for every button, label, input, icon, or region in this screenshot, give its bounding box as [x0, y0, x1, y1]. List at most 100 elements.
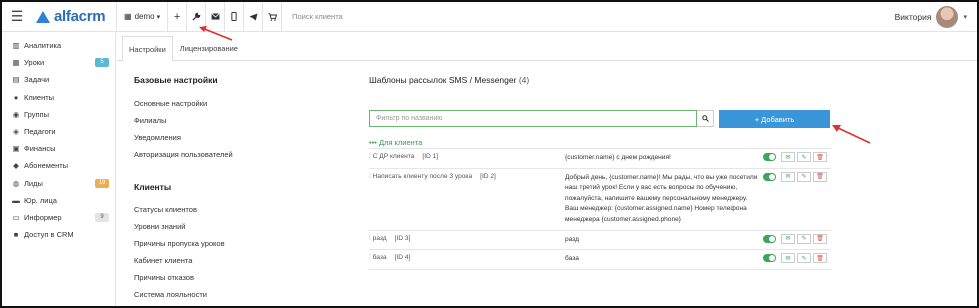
sidebar-item[interactable]: ◆ Абонементы [2, 157, 115, 174]
template-name: разд [372, 234, 387, 242]
template-name-cell: ⁞ база [ID 4] [369, 250, 563, 269]
active-toggle[interactable] [763, 153, 776, 161]
sidebar-item-label: Задачи [24, 75, 50, 85]
trash-icon[interactable]: 🗑 [813, 152, 827, 162]
clients-heading: Клиенты [134, 182, 172, 192]
main-panel: Настройки Лицензирование Базовые настрой… [117, 33, 977, 306]
pencil-icon[interactable]: ✎ [797, 152, 811, 162]
pencil-icon[interactable]: ✎ [797, 253, 811, 264]
pencil-icon[interactable]: ✎ [797, 233, 811, 244]
filter-input[interactable]: Фильтр по названию [369, 110, 697, 127]
active-toggle[interactable] [763, 234, 776, 243]
template-text: база [565, 255, 579, 263]
sidebar-item-label: Информер [24, 212, 62, 222]
envelope-icon[interactable]: ✉ [781, 171, 795, 182]
nav-link-branches[interactable]: Филиалы [134, 112, 314, 129]
sidebar-item-label: Уроки [24, 58, 45, 68]
nav-link-loyalty-system[interactable]: Система лояльности [134, 286, 314, 303]
templates-count: (4) [518, 75, 530, 85]
sidebar-item[interactable]: ▭ Информер 9 [2, 209, 115, 226]
template-id: [ID 2] [480, 172, 496, 180]
sidebar-item-label: Юр. лица [24, 195, 57, 205]
sidebar-item[interactable]: ▥ Аналитика [2, 37, 115, 54]
logo[interactable]: alfacrm [36, 8, 116, 25]
active-toggle[interactable] [763, 254, 776, 263]
nav-link-user-auth[interactable]: Авторизация пользователей [134, 146, 314, 163]
add-template-button[interactable]: + Добавить [719, 110, 830, 128]
template-text: {customer.name} с днем рождения! [565, 154, 671, 161]
chevron-down-icon: ▾ [156, 13, 161, 21]
template-id: [ID 4] [394, 254, 411, 262]
telegram-icon[interactable] [244, 2, 264, 32]
company-icon: ▬ [12, 195, 20, 205]
template-name: база [372, 254, 387, 262]
nav-link-notifications[interactable]: Уведомления [134, 129, 314, 146]
sidebar-item[interactable]: ▤ Задачи [2, 71, 115, 88]
sidebar-item[interactable]: ▣ Финансы [2, 140, 115, 157]
tab-licensing[interactable]: Лицензирование [173, 36, 245, 60]
template-id: [ID 3] [394, 234, 411, 242]
envelope-icon[interactable]: ✉ [781, 233, 795, 244]
template-text: Добрый день, {customer.name}! Мы рады, ч… [565, 173, 758, 223]
calendar-icon: ▦ [12, 58, 20, 68]
sidebar-item[interactable]: ◈ Педагоги [2, 123, 115, 140]
nav-link-knowledge-levels[interactable]: Уровни знаний [134, 218, 314, 235]
wrench-icon[interactable] [187, 2, 207, 32]
cart-icon[interactable] [263, 2, 283, 32]
group-icon: ◉ [12, 109, 20, 119]
chart-icon: ▥ [12, 41, 20, 51]
leads-icon: ◍ [12, 178, 20, 188]
envelope-icon[interactable] [206, 2, 226, 32]
plus-icon[interactable]: + [168, 2, 188, 32]
template-name-cell: ⁞ Написать клиенту после 3 урока [ID 2] [369, 169, 563, 230]
filter-row: Фильтр по названию [369, 110, 714, 127]
app-window: ☰ alfacrm ▦ demo ▾ + Поиск клиента Викто… [0, 0, 979, 308]
sidebar-item[interactable]: ■ Доступ в CRM [2, 226, 115, 243]
group-title-client[interactable]: ••• Для клиента [369, 138, 422, 147]
sidebar-item-label: Лиды [24, 178, 43, 188]
user-menu[interactable]: Виктория ▾ [895, 2, 967, 32]
trash-icon[interactable]: 🗑 [813, 253, 827, 264]
trash-icon[interactable]: 🗑 [813, 233, 827, 244]
template-text: разд [565, 235, 579, 243]
templates-table: ⁞ С ДР клиента [ID 1] {customer.name} с дн… [369, 148, 831, 270]
active-toggle[interactable] [763, 172, 776, 181]
template-id: [ID 1] [422, 153, 439, 160]
base-settings-heading: Базовые настройки [134, 75, 218, 85]
search-icon[interactable] [697, 110, 714, 127]
tab-settings[interactable]: Настройки [122, 36, 173, 61]
template-name-cell: ⁞ С ДР клиента [ID 1] [369, 149, 563, 168]
tasks-icon: ▤ [12, 75, 20, 85]
logo-mark-icon [36, 10, 50, 23]
sidebar-item[interactable]: ▬ Юр. лица [2, 192, 115, 209]
sidebar-item-label: Группы [24, 109, 49, 119]
trash-icon[interactable]: 🗑 [813, 171, 827, 182]
row-actions: ✉ ✎ 🗑 [763, 149, 831, 168]
envelope-icon[interactable]: ✉ [781, 152, 795, 162]
nav-link-client-cabinet[interactable]: Кабинет клиента [134, 252, 314, 269]
search-input[interactable]: Поиск клиента [292, 12, 343, 21]
count-badge: 5 [95, 58, 109, 68]
sidebar-item[interactable]: ◉ Группы [2, 106, 115, 123]
envelope-icon[interactable]: ✉ [781, 253, 795, 264]
finance-icon: ▣ [12, 144, 20, 154]
sidebar-item[interactable]: ◍ Лиды 19 [2, 175, 115, 192]
branch-selector[interactable]: ▦ demo ▾ [117, 2, 169, 32]
sidebar-item-label: Аналитика [24, 41, 62, 51]
sidebar-item-label: Абонементы [24, 161, 69, 171]
pencil-icon[interactable]: ✎ [797, 171, 811, 182]
table-row: ⁞ Написать клиенту после 3 урока [ID 2] До… [369, 169, 831, 231]
table-row: ⁞ база [ID 4] база ✉ ✎ 🗑 [369, 250, 831, 270]
wrench-icon-svg [192, 12, 200, 21]
nav-link-main-settings[interactable]: Основные настройки [134, 95, 314, 112]
building-icon: ▦ [124, 12, 132, 21]
hamburger-icon[interactable]: ☰ [2, 2, 32, 32]
sidebar: ▥ Аналитика ▦ Уроки 5 ▤ Задачи ● Клиенты ◉ Группы ◈… [2, 33, 116, 306]
sidebar-item[interactable]: ▦ Уроки 5 [2, 54, 115, 71]
nav-link-absence-reasons[interactable]: Причины пропуска уроков [134, 235, 314, 252]
sidebar-item-label: Педагоги [24, 127, 56, 137]
nav-link-refusal-reasons[interactable]: Причины отказов [134, 269, 314, 286]
sidebar-item[interactable]: ● Клиенты [2, 89, 115, 106]
mobile-icon[interactable] [225, 2, 245, 32]
nav-link-client-statuses[interactable]: Статусы клиентов [134, 201, 314, 218]
